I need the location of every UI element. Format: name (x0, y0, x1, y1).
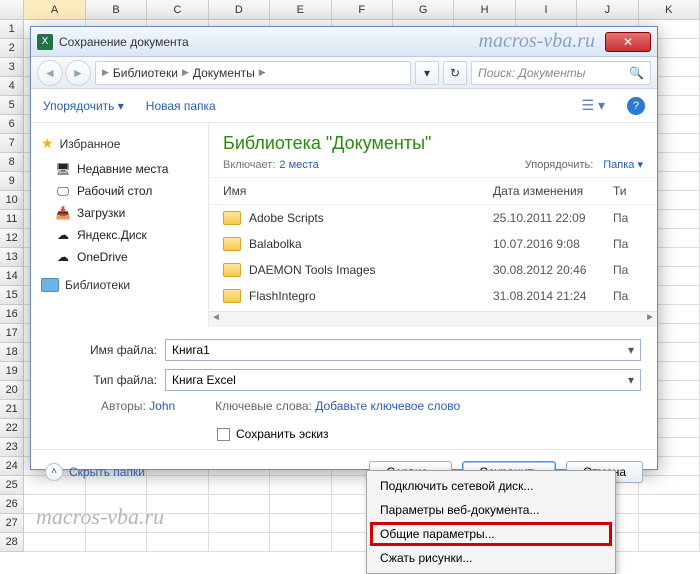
tools-dropdown: Подключить сетевой диск... Параметры веб… (366, 470, 616, 574)
sort-label: Упорядочить: (525, 159, 594, 171)
chevron-right-icon: ▶ (182, 67, 189, 78)
file-row[interactable]: FlashIntegro31.08.2014 21:24Па (209, 283, 657, 309)
refresh-button[interactable]: ↻ (443, 61, 467, 85)
dropdown-item-web-options[interactable]: Параметры веб-документа... (370, 498, 612, 522)
new-folder-button[interactable]: Новая папка (146, 99, 216, 113)
back-button[interactable]: ◄ (37, 60, 63, 86)
filetype-label: Тип файла: (47, 373, 157, 387)
dropdown-item-network-drive[interactable]: Подключить сетевой диск... (370, 474, 612, 498)
onedrive-icon: ☁ (55, 249, 71, 265)
cloud-icon: ☁ (55, 227, 71, 243)
file-list: Adobe Scripts25.10.2011 22:09ПаBalabolka… (209, 205, 657, 311)
form-area: Имя файла: Книга1 Тип файла: Книга Excel… (31, 327, 657, 449)
help-button[interactable]: ? (627, 97, 645, 115)
excel-icon: X (37, 34, 53, 50)
folder-icon (223, 211, 241, 225)
save-dialog: X Сохранение документа macros-vba.ru ✕ ◄… (30, 26, 658, 470)
desktop-icon: 🖵 (55, 183, 71, 199)
filename-input[interactable]: Книга1 (165, 339, 641, 361)
col-date[interactable]: Дата изменения (493, 184, 613, 198)
filetype-select[interactable]: Книга Excel (165, 369, 641, 391)
filename-label: Имя файла: (47, 343, 157, 357)
toolbar: Упорядочить ▾ Новая папка ☰ ▾ ? (31, 89, 657, 123)
recent-icon: 🖥 (55, 161, 71, 177)
dropdown-history-button[interactable]: ▾ (415, 61, 439, 85)
main-pane: Библиотека "Документы" Включает: 2 места… (209, 123, 657, 327)
keywords-label: Ключевые слова: (215, 399, 312, 413)
folder-icon (223, 289, 241, 303)
organize-button[interactable]: Упорядочить ▾ (43, 99, 124, 113)
breadcrumb-libs[interactable]: Библиотеки (113, 66, 178, 80)
libraries-heading[interactable]: Библиотеки (31, 268, 208, 292)
forward-button[interactable]: ► (65, 60, 91, 86)
folder-icon (223, 237, 241, 251)
nav-bar: ◄ ► ▶ Библиотеки ▶ Документы ▶ ▾ ↻ Поиск… (31, 57, 657, 89)
view-options-button[interactable]: ☰ ▾ (582, 97, 605, 114)
library-title: Библиотека "Документы" (223, 133, 643, 154)
horizontal-scrollbar[interactable] (209, 311, 657, 327)
file-row[interactable]: Balabolka10.07.2016 9:08Па (209, 231, 657, 257)
sort-value[interactable]: Папка ▾ (603, 158, 643, 171)
watermark: macros-vba.ru (189, 30, 605, 53)
sidebar-item-onedrive[interactable]: ☁OneDrive (31, 246, 208, 268)
authors-label: Авторы: (101, 399, 146, 413)
titlebar: X Сохранение документа macros-vba.ru ✕ (31, 27, 657, 57)
library-icon (41, 278, 59, 292)
thumbnail-label: Сохранить эскиз (236, 427, 329, 441)
file-row[interactable]: Adobe Scripts25.10.2011 22:09Па (209, 205, 657, 231)
dropdown-item-general-options[interactable]: Общие параметры... (370, 522, 612, 546)
dialog-title: Сохранение документа (59, 35, 189, 49)
sidebar-item-recent[interactable]: 🖥Недавние места (31, 158, 208, 180)
search-input[interactable]: Поиск: Документы 🔍 (471, 61, 651, 85)
authors-value[interactable]: John (149, 399, 175, 413)
file-row[interactable]: DAEMON Tools Images30.08.2012 20:46Па (209, 257, 657, 283)
keywords-value[interactable]: Добавьте ключевое слово (315, 399, 460, 413)
hide-folders-button[interactable]: ˄Скрыть папки (45, 463, 145, 481)
breadcrumb-docs[interactable]: Документы (193, 66, 255, 80)
sidebar: ★ Избранное 🖥Недавние места 🖵Рабочий сто… (31, 123, 209, 327)
close-button[interactable]: ✕ (605, 32, 651, 52)
dropdown-item-compress-pictures[interactable]: Сжать рисунки... (370, 546, 612, 570)
col-type[interactable]: Ти (613, 184, 643, 198)
chevron-right-icon: ▶ (259, 67, 266, 78)
includes-link[interactable]: 2 места (279, 159, 318, 171)
sidebar-item-downloads[interactable]: 📥Загрузки (31, 202, 208, 224)
downloads-icon: 📥 (55, 205, 71, 221)
chevron-right-icon: ▶ (102, 67, 109, 78)
favorites-heading: ★ Избранное (31, 133, 208, 158)
includes-label: Включает: (223, 159, 275, 171)
star-icon: ★ (41, 135, 54, 152)
search-placeholder: Поиск: Документы (478, 66, 586, 80)
search-icon: 🔍 (629, 66, 644, 80)
chevron-up-icon: ˄ (45, 463, 63, 481)
address-bar[interactable]: ▶ Библиотеки ▶ Документы ▶ (95, 61, 411, 85)
sidebar-item-yandex[interactable]: ☁Яндекс.Диск (31, 224, 208, 246)
thumbnail-checkbox[interactable] (217, 428, 230, 441)
folder-icon (223, 263, 241, 277)
sidebar-item-desktop[interactable]: 🖵Рабочий стол (31, 180, 208, 202)
column-headers[interactable]: Имя Дата изменения Ти (209, 177, 657, 205)
col-name[interactable]: Имя (223, 184, 493, 198)
